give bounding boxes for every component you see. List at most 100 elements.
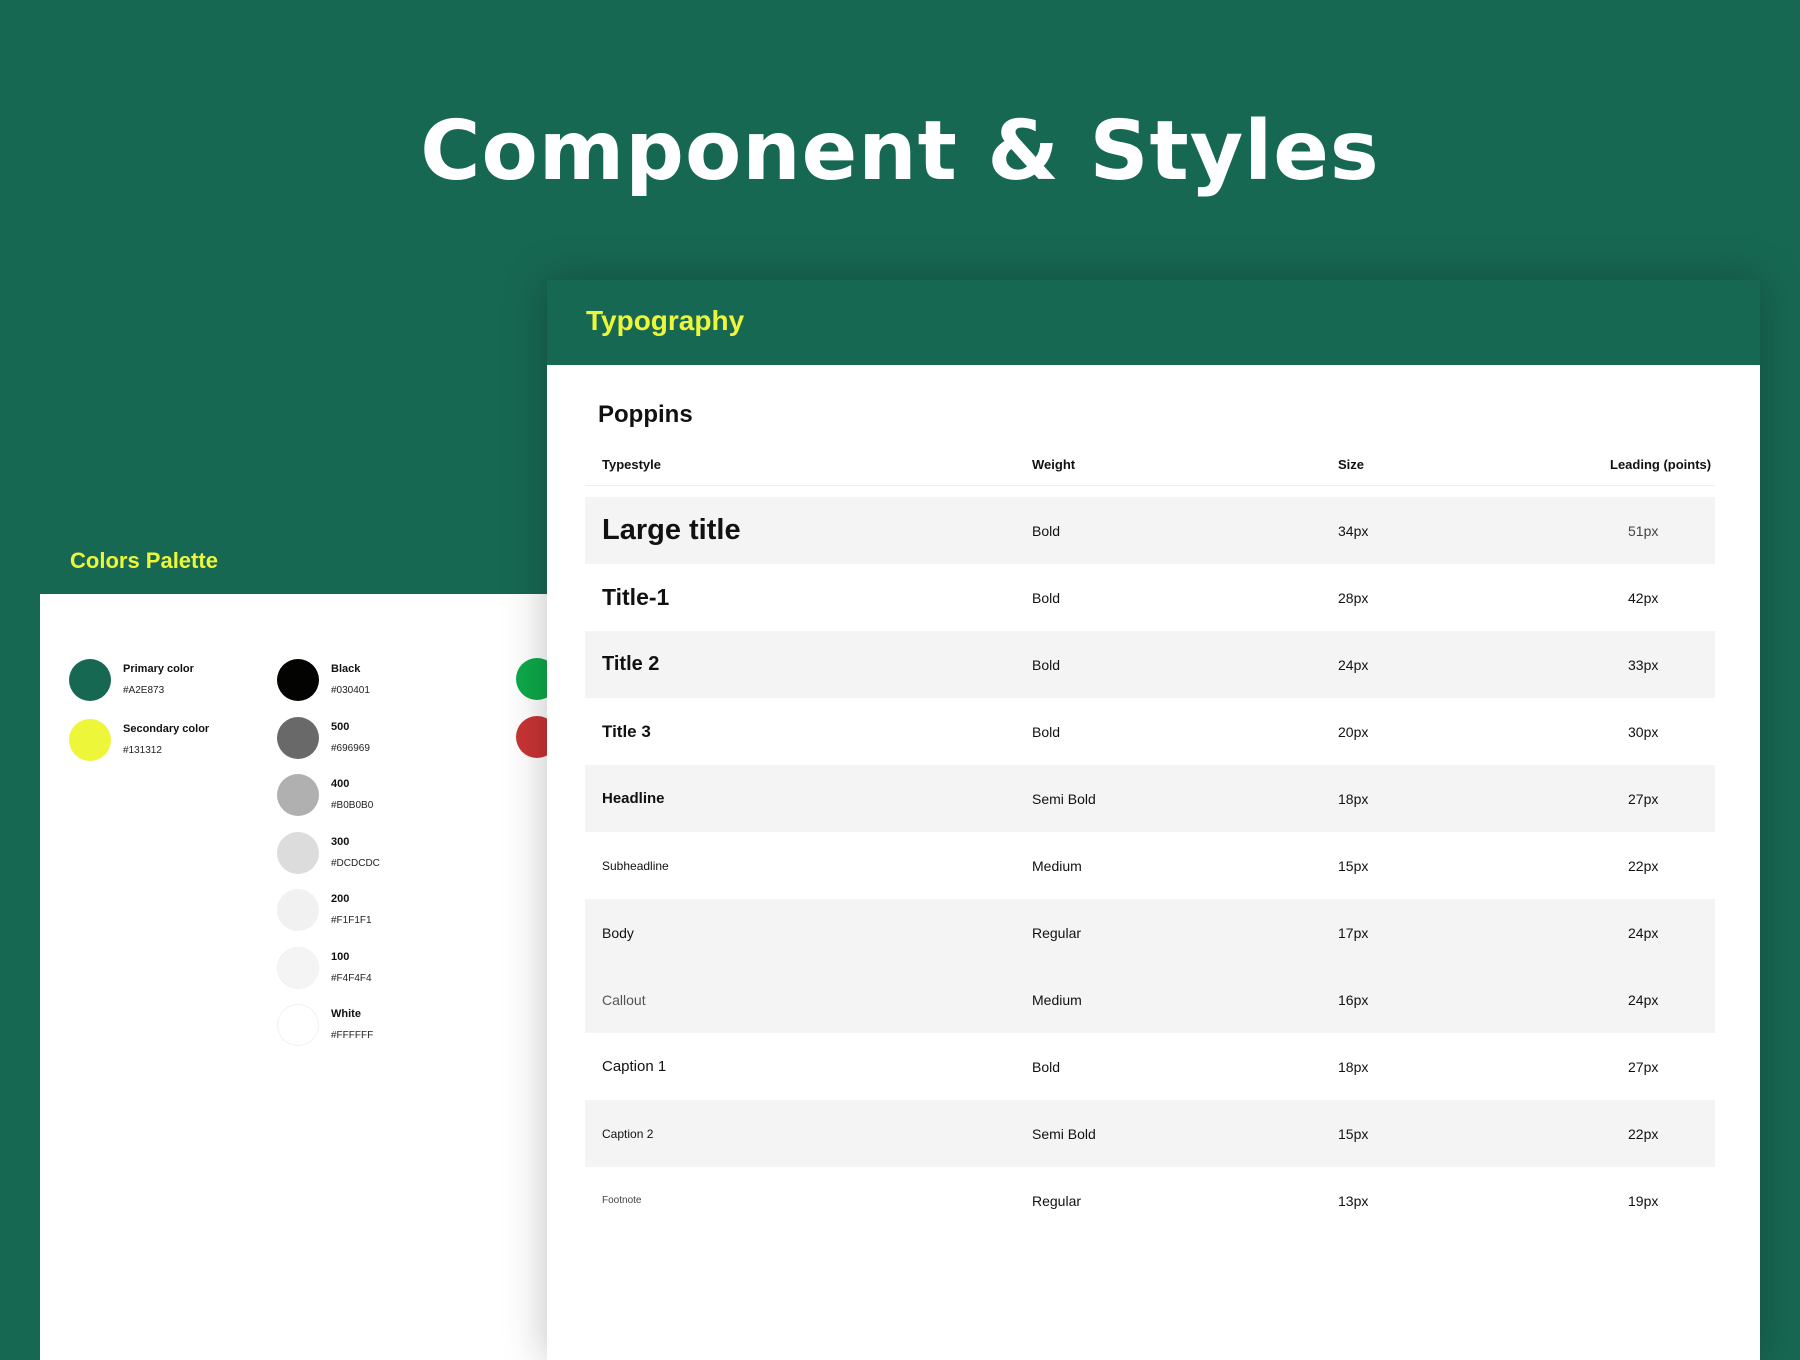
leading-cell: 33px — [1628, 656, 1659, 673]
color-swatch-primary: Primary color #A2E873 — [69, 658, 194, 702]
weight-cell: Regular — [1032, 1192, 1082, 1209]
color-swatch-secondary: Secondary color #131312 — [69, 718, 209, 762]
column-header-size: Size — [1338, 457, 1365, 472]
color-swatch-gray-100: 100 #F4F4F4 — [277, 946, 372, 990]
color-name: 100 — [331, 951, 350, 963]
color-swatch-gray-300: 300 #DCDCDC — [277, 831, 380, 875]
colors-palette-card: Primary color #A2E873 Secondary color #1… — [40, 594, 600, 1360]
color-circle — [277, 832, 319, 874]
color-name: 300 — [331, 836, 350, 848]
table-row: Subheadline Medium 15px 22px — [585, 832, 1715, 899]
weight-cell: Bold — [1032, 723, 1061, 740]
color-swatch-gray-200: 200 #F1F1F1 — [277, 888, 372, 932]
typestyle-cell: Title 3 — [602, 721, 651, 741]
weight-cell: Bold — [1032, 522, 1061, 539]
color-swatch-gray-500: 500 #696969 — [277, 716, 370, 760]
typestyle-cell: Title-1 — [602, 584, 670, 610]
color-circle — [277, 1004, 319, 1046]
size-cell: 34px — [1338, 522, 1369, 539]
color-name: Primary color — [123, 663, 194, 675]
color-hex: #030401 — [331, 685, 370, 696]
weight-cell: Bold — [1032, 1058, 1061, 1075]
color-circle — [277, 774, 319, 816]
color-circle — [277, 717, 319, 759]
color-swatch-white: White #FFFFFF — [277, 1003, 373, 1047]
weight-cell: Bold — [1032, 656, 1061, 673]
color-circle — [277, 889, 319, 931]
color-hex: #FFFFFF — [331, 1030, 374, 1041]
leading-cell: 42px — [1628, 589, 1659, 606]
size-cell: 13px — [1338, 1192, 1369, 1209]
table-row: Title 3 Bold 20px 30px — [585, 698, 1715, 765]
typestyle-cell: Subheadline — [602, 858, 669, 873]
leading-cell: 19px — [1628, 1192, 1659, 1209]
typography-card: Typography Poppins Typestyle Weight Size… — [547, 280, 1760, 1360]
color-circle — [277, 659, 319, 701]
table-row: Caption 2 Semi Bold 15px 22px — [585, 1100, 1715, 1167]
weight-cell: Bold — [1032, 589, 1061, 606]
typestyle-cell: Body — [602, 924, 634, 941]
table-row: Headline Semi Bold 18px 27px — [585, 765, 1715, 832]
leading-cell: 30px — [1628, 723, 1659, 740]
table-row: Title 2 Bold 24px 33px — [585, 631, 1715, 698]
color-swatch-black: Black #030401 — [277, 658, 370, 702]
leading-cell: 24px — [1628, 991, 1659, 1008]
color-name: 400 — [331, 778, 350, 790]
typography-title: Typography — [586, 305, 745, 336]
typestyle-cell: Headline — [602, 790, 665, 807]
typography-header: Typography — [547, 280, 1760, 365]
table-row: Large title Bold 34px 51px — [585, 497, 1715, 564]
font-family-name: Poppins — [598, 401, 693, 428]
color-swatch-gray-400: 400 #B0B0B0 — [277, 773, 373, 817]
size-cell: 15px — [1338, 1125, 1369, 1142]
typestyle-cell: Large title — [602, 514, 741, 546]
header-divider — [585, 485, 1715, 486]
table-row: Footnote Regular 13px 19px — [585, 1167, 1715, 1234]
leading-cell: 27px — [1628, 790, 1659, 807]
color-name: 500 — [331, 721, 350, 733]
size-cell: 28px — [1338, 589, 1369, 606]
leading-cell: 22px — [1628, 857, 1659, 874]
size-cell: 16px — [1338, 991, 1369, 1008]
size-cell: 18px — [1338, 790, 1369, 807]
table-row-group: Body Regular 17px 24px Callout Medium 16… — [585, 899, 1715, 1033]
typestyle-cell: Footnote — [602, 1195, 642, 1206]
size-cell: 17px — [1338, 924, 1369, 941]
weight-cell: Medium — [1032, 991, 1082, 1008]
color-name: 200 — [331, 893, 350, 905]
weight-cell: Semi Bold — [1032, 790, 1096, 807]
table-row: Title-1 Bold 28px 42px — [585, 564, 1715, 631]
leading-cell: 51px — [1628, 522, 1659, 539]
color-circle — [69, 659, 111, 701]
color-name: White — [331, 1008, 361, 1020]
color-circle — [277, 947, 319, 989]
column-header-weight: Weight — [1032, 457, 1076, 472]
page-title: Component & Styles — [420, 104, 1380, 199]
column-header-leading: Leading (points) — [1610, 457, 1712, 472]
size-cell: 18px — [1338, 1058, 1369, 1075]
weight-cell: Regular — [1032, 924, 1082, 941]
color-hex: #696969 — [331, 743, 370, 754]
table-row: Caption 1 Bold 18px 27px — [585, 1033, 1715, 1100]
typestyle-cell: Title 2 — [602, 653, 660, 675]
size-cell: 15px — [1338, 857, 1369, 874]
color-hex: #F4F4F4 — [331, 973, 372, 984]
color-hex: #B0B0B0 — [331, 800, 374, 811]
leading-cell: 27px — [1628, 1058, 1659, 1075]
weight-cell: Semi Bold — [1032, 1125, 1096, 1142]
color-name: Secondary color — [123, 723, 210, 735]
leading-cell: 22px — [1628, 1125, 1659, 1142]
color-hex: #DCDCDC — [331, 858, 380, 869]
column-header-typestyle: Typestyle — [602, 457, 662, 472]
leading-cell: 24px — [1628, 924, 1659, 941]
size-cell: 20px — [1338, 723, 1369, 740]
typestyle-cell: Callout — [602, 991, 646, 1008]
typestyle-cell: Caption 1 — [602, 1058, 667, 1075]
color-hex: #A2E873 — [123, 685, 165, 696]
size-cell: 24px — [1338, 656, 1369, 673]
color-circle — [69, 719, 111, 761]
color-name: Black — [331, 663, 361, 675]
color-hex: #F1F1F1 — [331, 915, 372, 926]
weight-cell: Medium — [1032, 857, 1082, 874]
color-hex: #131312 — [123, 745, 162, 756]
